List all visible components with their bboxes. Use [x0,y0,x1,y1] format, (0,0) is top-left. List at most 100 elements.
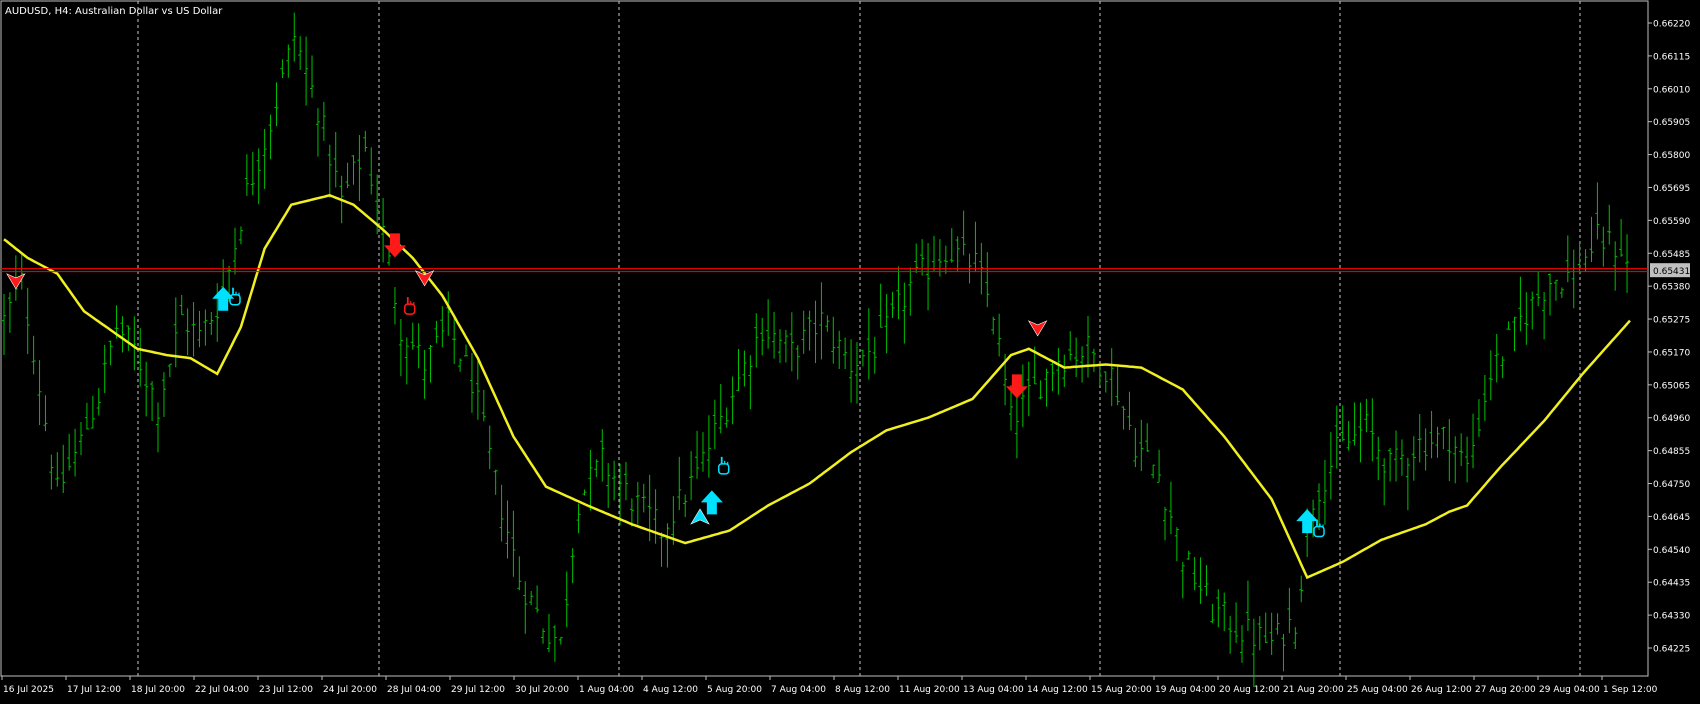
price-tick-label: 0.65905 [1653,118,1690,128]
price-bar [1577,241,1582,275]
price-bar [310,55,315,98]
price-bar [783,329,788,363]
price-chart[interactable]: 0.65431 0.66220 0.66115 0.66010 0.65905 0.65… [0,0,1700,700]
bid-price-label: 0.65431 [1653,267,1690,277]
moving-average [3,193,1631,580]
price-bar [96,388,101,416]
price-bar [908,267,913,316]
price-tick-label: 0.65275 [1653,316,1690,326]
price-bar [481,389,486,422]
price-bar [1494,333,1499,383]
price-bar [931,235,936,271]
price-bar [31,335,36,375]
price-bar [695,430,700,479]
price-bar [748,355,753,410]
price-bar [594,459,599,478]
time-tick-label: 11 Aug 20:00 [899,685,960,695]
price-tick-label: 0.65485 [1653,250,1690,260]
price-bar [185,308,190,356]
price-tick-label: 0.65590 [1653,217,1690,227]
price-bar [1459,433,1464,467]
price-bar [1405,457,1410,511]
price-bar [209,311,214,335]
price-bar [233,227,238,275]
price-bar [25,287,30,355]
price-bar [73,428,78,477]
price-tick-label: 0.64960 [1653,414,1690,424]
price-bar [718,384,723,434]
chart-window[interactable]: 0.65431 0.66220 0.66115 0.66010 0.65905 0.65… [0,0,1700,700]
up-arrow-icon [212,286,235,311]
price-bar [238,226,243,245]
price-bar [1334,405,1339,469]
price-bar [1299,575,1304,603]
price-bar [1423,428,1428,471]
price-bar [700,432,705,472]
moving-average-line [3,193,1631,580]
price-bar [1240,625,1245,663]
price-bar [1145,423,1150,452]
price-bar [203,309,208,346]
price-bar [1595,182,1600,240]
price-bar [1234,602,1239,643]
price-bar [1216,589,1221,628]
price-bar [126,325,131,351]
price-bar [1157,449,1162,483]
price-bar [854,342,859,404]
price-bar [487,425,492,470]
price-bar [84,402,89,430]
price-bar [1251,618,1256,688]
price-bar [1388,448,1393,482]
price-bar [1394,430,1399,482]
price-bar [1399,439,1404,476]
price-bar [831,316,836,364]
arrow-pointer-icon [690,508,710,525]
price-bar [1565,235,1570,283]
chart-title: AUDUSD, H4: Australian Dollar vs US Doll… [5,6,223,17]
hand-pointer-icon [717,456,730,475]
price-bar [1548,273,1553,316]
time-tick-label: 20 Aug 12:00 [1219,685,1280,695]
price-bar [1151,464,1156,479]
price-bar [398,319,403,377]
price-bar [985,252,990,308]
price-bar [689,451,694,501]
price-bar [890,291,895,319]
price-bar [937,239,942,277]
price-bar [1086,316,1090,378]
price-bar [250,151,255,196]
price-tick-label: 0.64435 [1653,579,1690,589]
price-tick-label: 0.66115 [1653,52,1690,62]
price-bar [742,350,747,387]
price-bar [1139,419,1144,472]
price-tick-label: 0.64540 [1653,546,1690,556]
time-tick-label: 5 Aug 20:00 [707,685,762,695]
price-bar [120,316,125,353]
price-bar [475,358,480,420]
time-tick-label: 13 Aug 04:00 [963,685,1024,695]
price-bar [1364,398,1369,433]
price-bar [144,361,149,417]
price-bar [659,532,664,567]
price-bar [1471,413,1476,469]
price-bar [49,454,54,490]
price-bar [1245,580,1250,631]
price-bar [90,395,95,429]
price-bar [1109,348,1114,407]
price-bar [244,154,249,196]
price-axis[interactable]: 0.66220 0.66115 0.66010 0.65905 0.65800 0.656… [1648,20,1690,655]
price-bar [766,299,771,349]
plot-area[interactable] [0,0,1649,677]
price-bar [440,306,445,348]
price-bar [576,503,581,534]
price-bar [730,376,735,425]
price-bar [1062,354,1067,387]
price-bar [1115,365,1120,406]
time-axis[interactable]: 16 Jul 2025 17 Jul 12:00 18 Jul 20:00 22 Ju… [1,676,1658,695]
price-bar [1275,613,1280,635]
price-bar [1506,321,1511,330]
price-bar [1417,414,1422,463]
price-bar [1435,426,1440,458]
time-tick-label: 25 Aug 04:00 [1347,685,1408,695]
price-bar [558,637,563,645]
